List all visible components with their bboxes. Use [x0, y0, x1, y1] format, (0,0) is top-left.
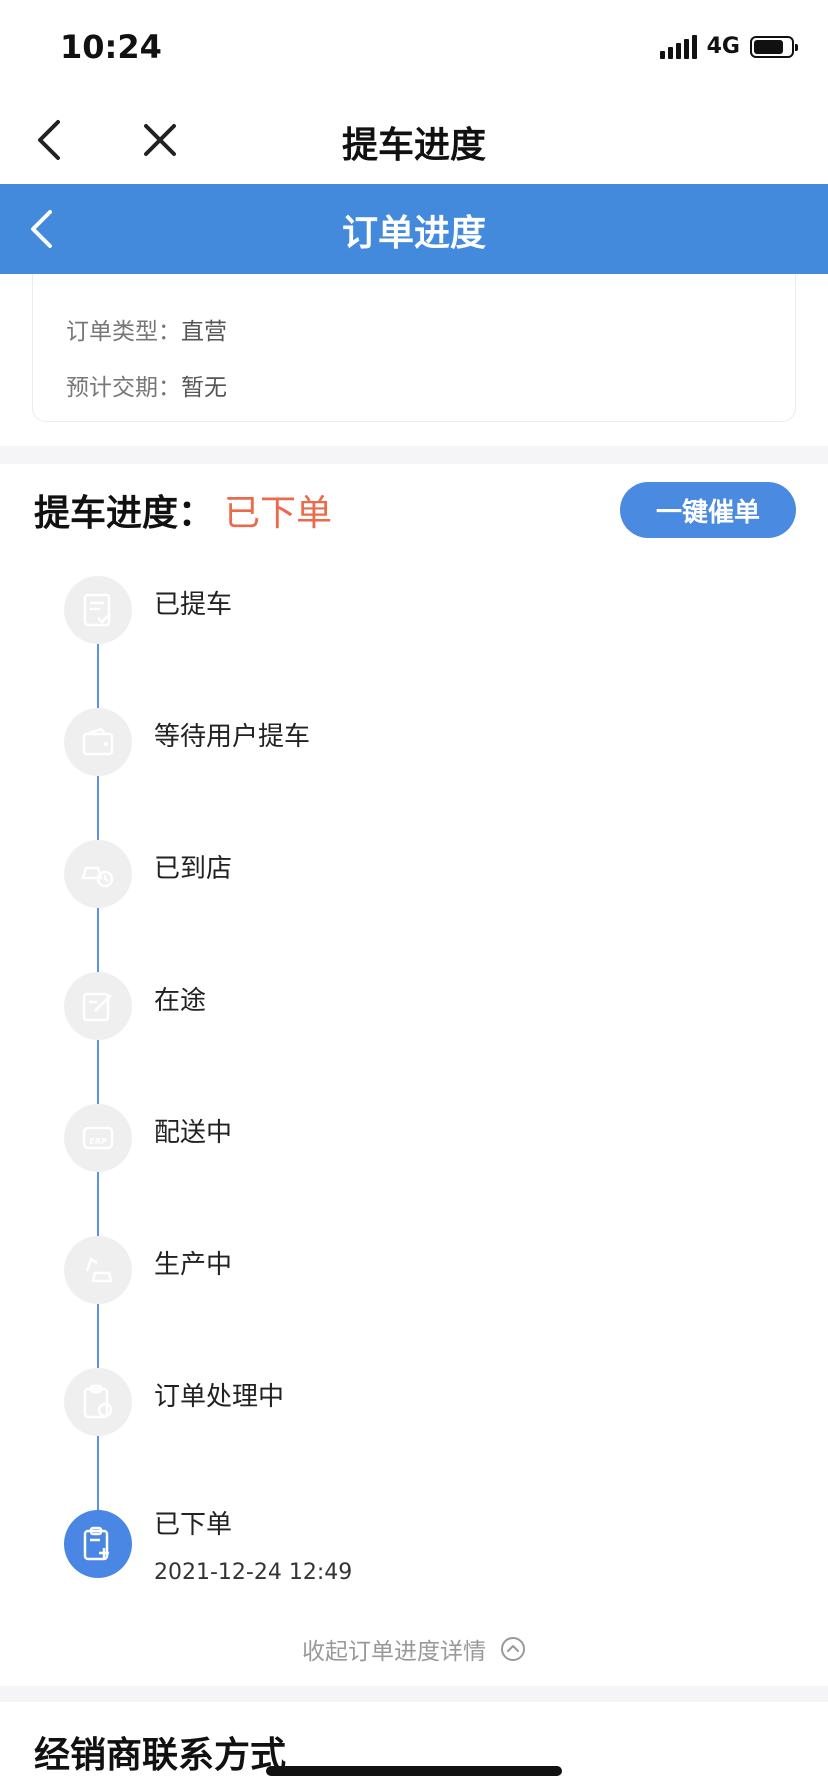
car-clock-icon [81, 866, 114, 888]
delivery-label: 预计交期： [66, 375, 181, 401]
timeline-step-label: 在途 [154, 986, 207, 1016]
timeline-node-in-transit [64, 972, 132, 1040]
timeline-node-picked-up [64, 576, 132, 644]
status-indicators: 4G [659, 34, 798, 59]
timeline-node-delivering: ERP [64, 1104, 132, 1172]
clipboard-clock-icon [83, 1384, 113, 1419]
timeline-node-processing [64, 1368, 132, 1436]
timeline-connector [97, 1040, 99, 1104]
network-type: 4G [706, 34, 740, 59]
timeline-connector [97, 776, 99, 840]
chevron-up-circle-icon [501, 1637, 525, 1661]
timeline-node-arrived [64, 840, 132, 908]
clipboard-plus-icon [83, 1526, 109, 1561]
delivery-value: 暂无 [181, 375, 227, 401]
timeline-connector [97, 1172, 99, 1236]
home-indicator[interactable] [266, 1766, 562, 1776]
svg-text:ERP: ERP [89, 1137, 107, 1146]
battery-icon [750, 35, 798, 58]
erp-truck-icon: ERP [82, 1126, 114, 1150]
timeline-connector [97, 1304, 99, 1368]
order-type-label: 订单类型： [66, 319, 181, 345]
wallet-icon [82, 727, 114, 756]
progress-label: 提车进度： [34, 493, 215, 534]
status-time: 10:24 [60, 28, 162, 66]
dealer-contact-title: 经销商联系方式 [34, 1735, 287, 1776]
signal-icon [659, 34, 697, 59]
document-check-icon [83, 593, 111, 627]
header-title: 订单进度 [341, 213, 486, 254]
timeline-step-label: 已到店 [154, 854, 233, 884]
timeline-connector [97, 908, 99, 972]
timeline-connector [97, 644, 99, 708]
timeline-node-producing [64, 1236, 132, 1304]
timeline-node-ordered [64, 1510, 132, 1578]
timeline-step-label: 等待用户提车 [154, 722, 311, 752]
progress-status: 已下单 [224, 493, 333, 534]
collapse-label: 收起订单进度详情 [302, 1639, 486, 1665]
urge-order-button[interactable]: 一键催单 [620, 482, 796, 538]
timeline-step-label: 已下单 [154, 1510, 233, 1540]
timeline-node-awaiting-pickup [64, 708, 132, 776]
timeline-step-label: 生产中 [154, 1250, 233, 1280]
order-type-value: 直营 [181, 319, 227, 345]
timeline-step-time: 2021-12-24 12:49 [154, 1560, 353, 1585]
section-divider [0, 446, 828, 464]
section-divider [0, 1686, 828, 1702]
robot-arm-car-icon [85, 1257, 113, 1283]
timeline-connector [97, 1436, 99, 1512]
edit-document-icon [82, 992, 112, 1022]
order-type-row: 订单类型：直营 [66, 312, 227, 346]
collapse-progress-toggle[interactable]: 收起订单进度详情 [0, 1632, 828, 1666]
nav-title: 提车进度 [341, 125, 486, 166]
timeline-step-label: 配送中 [154, 1118, 233, 1148]
timeline-step-label: 已提车 [154, 590, 233, 620]
timeline-step-label: 订单处理中 [154, 1382, 285, 1412]
delivery-row: 预计交期：暂无 [66, 368, 227, 402]
